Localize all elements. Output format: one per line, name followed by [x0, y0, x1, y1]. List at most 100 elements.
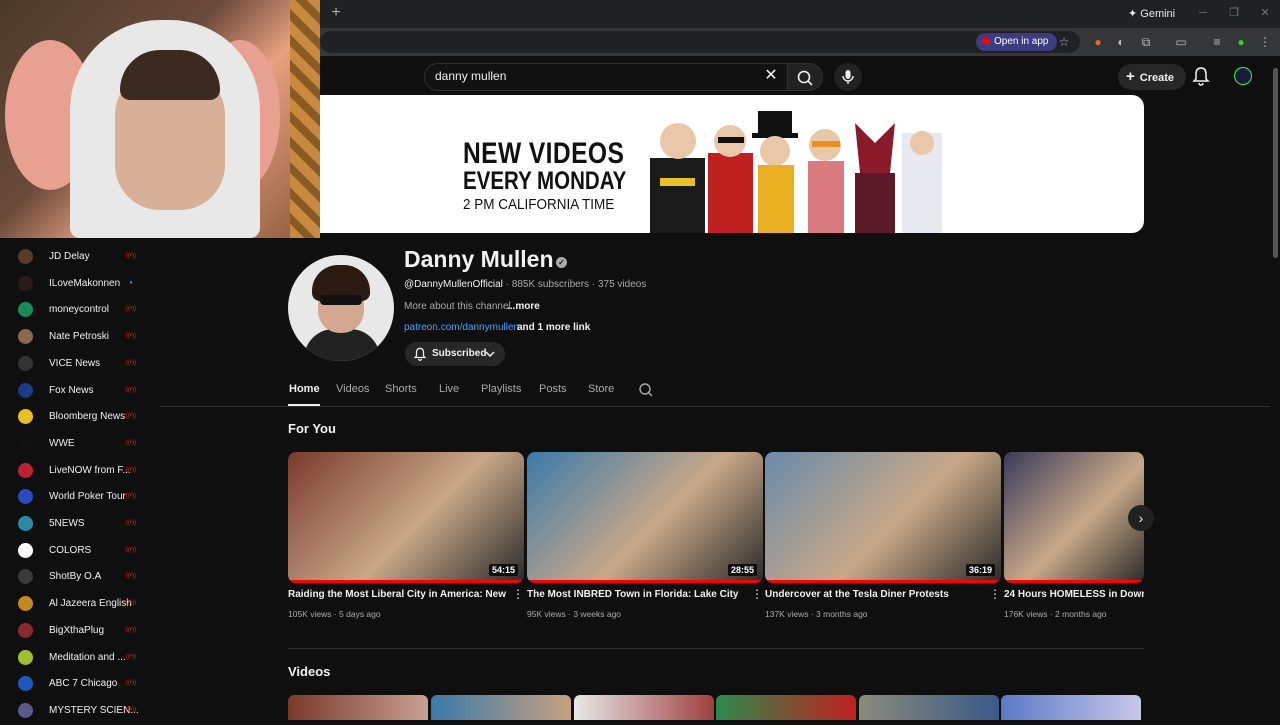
gemini-button[interactable]: ✦ Gemini [1122, 5, 1181, 23]
video-title[interactable]: The Most INBRED Town in Florida: Lake Ci… [527, 589, 747, 600]
chevron-right-icon[interactable]: › [1128, 505, 1154, 531]
more-links-button[interactable]: and 1 more link [517, 322, 590, 333]
channel-avatar[interactable] [288, 255, 394, 361]
subscription-name: Nate Petroski [49, 331, 110, 343]
extensions-puzzle-icon[interactable]: ⧉ [1139, 35, 1153, 49]
menu-kebab-icon[interactable]: ⋮ [1258, 35, 1272, 49]
address-bar[interactable] [320, 31, 1080, 53]
video-thumbnail[interactable] [574, 695, 714, 720]
sidebar-subscription-item[interactable]: LiveNOW from F... ((•)) [0, 458, 160, 485]
sidebar-subscription-item[interactable]: ShotBy O.A ((•)) [0, 564, 160, 591]
tab-videos[interactable]: Videos [336, 383, 369, 395]
sidebar-subscription-item[interactable]: JD Delay ((•)) [0, 244, 160, 271]
live-indicator-icon: ((•)) [126, 573, 137, 580]
tab-home[interactable]: Home [289, 383, 320, 395]
subscription-name: Al Jazeera English [49, 598, 132, 610]
video-menu-kebab-icon[interactable]: ⋮ [751, 588, 763, 600]
sidebar-subscription-item[interactable]: ILoveMakonnen • [0, 271, 160, 298]
notifications-bell-icon[interactable] [1192, 66, 1210, 86]
sidebar-subscription-item[interactable]: Nate Petroski ((•)) [0, 324, 160, 351]
video-menu-kebab-icon[interactable]: ⋮ [989, 588, 1001, 600]
description-more-link[interactable]: ...more [507, 301, 540, 312]
video-thumbnail[interactable] [859, 695, 999, 720]
sidebar-subscription-item[interactable]: MYSTERY SCIEN... ((•)) [0, 698, 160, 725]
live-indicator-icon: ((•)) [126, 546, 137, 553]
watch-progress-bar [288, 580, 524, 583]
subscription-name: VICE News [49, 357, 101, 369]
tab-live[interactable]: Live [439, 383, 459, 395]
close-window-icon[interactable]: ✕ [1258, 6, 1272, 20]
video-thumbnail[interactable] [1001, 695, 1141, 720]
reading-list-icon[interactable]: ≡ [1210, 35, 1224, 49]
live-indicator-icon: ((•)) [126, 306, 137, 313]
tab-store[interactable]: Store [588, 383, 614, 395]
channel-avatar-icon [18, 542, 33, 558]
sidebar-subscription-item[interactable]: COLORS ((•)) [0, 538, 160, 565]
sidebar-subscription-item[interactable]: WWE ((•)) [0, 431, 160, 458]
video-thumbnail[interactable] [716, 695, 856, 720]
live-indicator-icon: ((•)) [126, 600, 137, 607]
banner-line-3: 2 PM CALIFORNIA TIME [463, 196, 615, 213]
video-thumbnail[interactable] [1004, 452, 1144, 583]
channel-handle: @DannyMullenOfficial [404, 279, 503, 290]
video-thumbnail[interactable]: 28:55 [527, 452, 763, 583]
bookmark-star-icon[interactable]: ☆ [1057, 35, 1071, 49]
video-thumbnail[interactable] [431, 695, 571, 720]
channel-description[interactable]: More about this channel [404, 301, 511, 312]
channel-avatar-icon [18, 462, 33, 478]
live-indicator-icon: ((•)) [126, 653, 137, 660]
video-age: 5 days ago [339, 609, 381, 619]
sidebar-subscription-item[interactable]: 5NEWS ((•)) [0, 511, 160, 538]
sidebar-subscription-item[interactable]: Fox News ((•)) [0, 378, 160, 405]
restore-icon[interactable]: ❐ [1227, 6, 1241, 20]
extension-icon[interactable]: ◐ [1114, 35, 1128, 49]
plus-icon: + [1126, 68, 1135, 85]
account-avatar[interactable] [1234, 67, 1252, 85]
minimize-icon[interactable]: ─ [1196, 6, 1210, 20]
sidebar-subscription-item[interactable]: World Poker Tour ((•)) [0, 484, 160, 511]
video-thumbnail[interactable]: 36:19 [765, 452, 1001, 583]
tab-shorts[interactable]: Shorts [385, 383, 417, 395]
subscription-name: 5NEWS [49, 518, 85, 529]
video-duration: 36:19 [965, 564, 995, 576]
video-title[interactable]: Raiding the Most Liberal City in America… [288, 589, 508, 600]
tab-playlists[interactable]: Playlists [481, 383, 521, 395]
live-indicator-icon: ((•)) [126, 439, 137, 446]
clear-search-icon[interactable]: ✕ [762, 67, 780, 85]
sidebar-subscription-item[interactable]: Bloomberg News ((•)) [0, 404, 160, 431]
extension-icon[interactable]: ● [1091, 35, 1105, 49]
video-thumbnail[interactable] [288, 695, 428, 720]
sidebar-subscription-item[interactable]: Meditation and ... ((•)) [0, 645, 160, 672]
scrollbar-thumb[interactable] [1273, 68, 1278, 258]
subscription-name: WWE [49, 437, 75, 449]
video-duration: 54:15 [488, 564, 518, 576]
channel-external-link[interactable]: patreon.com/dannymullen [404, 322, 519, 333]
video-menu-kebab-icon[interactable]: ⋮ [512, 588, 524, 600]
microphone-icon [842, 70, 854, 84]
tab-posts[interactable]: Posts [539, 383, 567, 395]
channel-search-icon[interactable] [638, 382, 654, 398]
for-you-heading: For You [288, 421, 336, 436]
video-views: 176K views [1004, 609, 1048, 619]
sidebar-subscription-item[interactable]: Al Jazeera English ((•)) [0, 591, 160, 618]
video-title[interactable]: 24 Hours HOMELESS in Downtow [1004, 589, 1144, 600]
subscription-name: LiveNOW from F... [49, 464, 131, 476]
channel-avatar-icon [18, 382, 33, 398]
profile-icon[interactable]: ● [1234, 35, 1248, 49]
video-thumbnail[interactable]: 54:15 [288, 452, 524, 583]
sidebar-subscription-item[interactable]: ABC 7 Chicago ((•)) [0, 671, 160, 698]
video-title[interactable]: Undercover at the Tesla Diner Protests [765, 589, 985, 600]
sidebar-subscription-item[interactable]: VICE News ((•)) [0, 351, 160, 378]
new-tab-button[interactable]: + [328, 5, 344, 21]
sidebar-subscription-item[interactable]: BigXthaPlug ((•)) [0, 618, 160, 645]
video-views: 95K views [527, 609, 566, 619]
create-button[interactable]: + Create [1118, 64, 1187, 90]
subscribed-button[interactable]: Subscribed [405, 342, 505, 366]
search-icon [797, 70, 813, 86]
cast-icon[interactable]: ▭ [1174, 35, 1188, 49]
voice-search-button[interactable] [834, 63, 862, 91]
search-button[interactable] [787, 63, 823, 91]
sidebar-subscription-item[interactable]: moneycontrol ((•)) [0, 297, 160, 324]
open-in-app-button[interactable]: Open in app [976, 33, 1057, 51]
live-indicator-icon: ((•)) [126, 333, 137, 340]
